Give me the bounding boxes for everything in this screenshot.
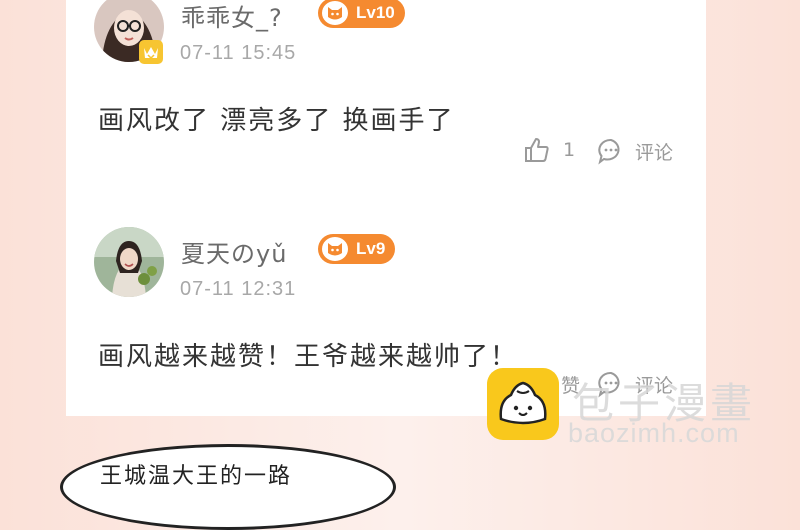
- watermark-url: baozimh.com: [568, 418, 740, 448]
- vip-crown-icon: [139, 40, 163, 64]
- comment-bubble-icon: [598, 138, 620, 165]
- username[interactable]: 夏天のyǔ: [181, 234, 287, 269]
- comment-time: 07-11 12:31: [180, 278, 297, 300]
- cat-face-icon: [322, 1, 348, 25]
- comment-label: 评论: [635, 141, 674, 164]
- bun-logo-icon: [487, 368, 559, 440]
- speech-bubble-text: 王城温大王的一路: [100, 464, 293, 489]
- like-count: 1: [563, 139, 576, 161]
- comment-text: 画风越来越赞！王爷越来越帅了！: [98, 342, 519, 372]
- level-text: Lv9: [356, 239, 386, 258]
- cat-face-icon: [322, 237, 348, 261]
- username[interactable]: 乖乖女_?: [181, 0, 283, 33]
- comment-text: 画风改了 漂亮多了 换画手了: [98, 106, 455, 136]
- thumbs-up-icon: [525, 138, 549, 162]
- comment-time: 07-11 15:45: [180, 42, 297, 64]
- level-badge: Lv10: [318, 0, 405, 28]
- level-text: Lv10: [356, 3, 395, 22]
- like-button[interactable]: 1: [523, 136, 575, 164]
- level-badge: Lv9: [318, 234, 396, 264]
- comment-card: 乖乖女_? Lv10 07-11 15:45 画风改了 漂亮多了 换画手了 1 …: [66, 0, 706, 416]
- reply-button[interactable]: 评论: [597, 137, 673, 165]
- avatar[interactable]: [94, 227, 164, 297]
